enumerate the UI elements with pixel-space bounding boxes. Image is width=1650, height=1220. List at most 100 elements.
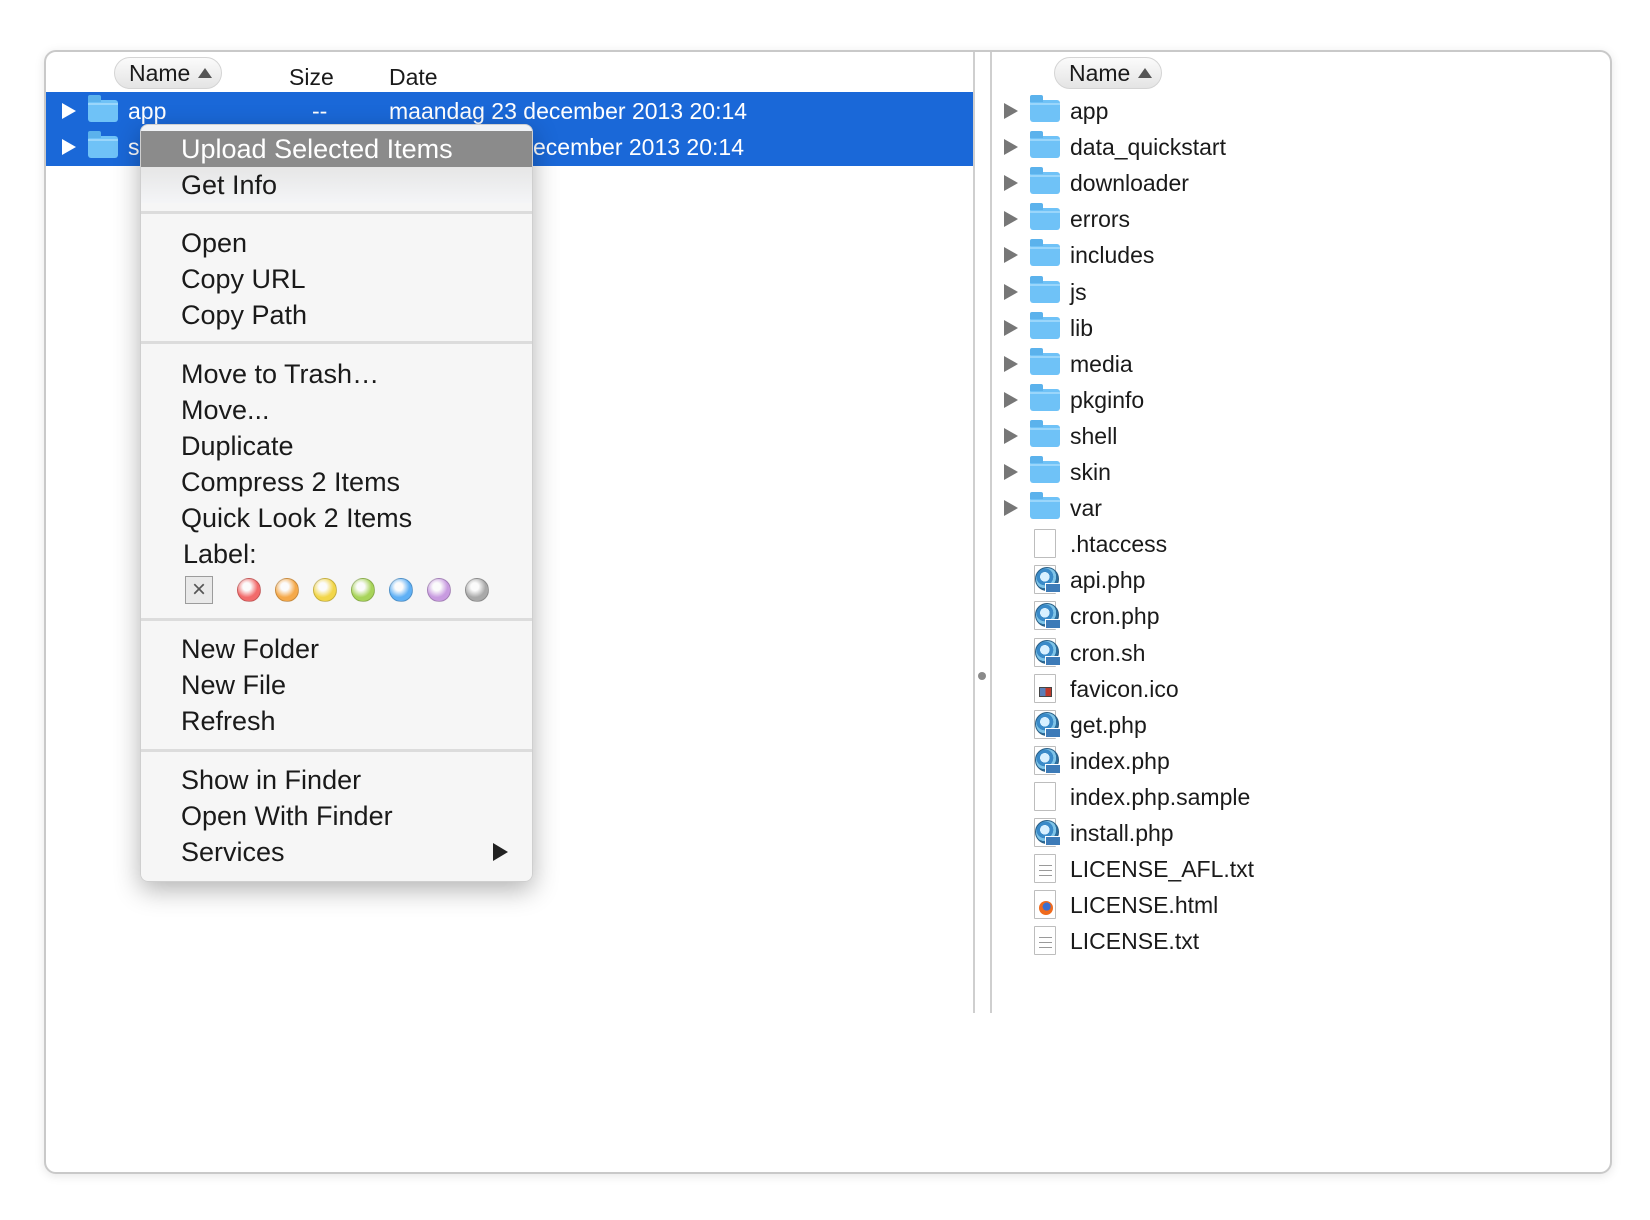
sort-ascending-icon bbox=[1138, 68, 1153, 78]
disclosure-triangle-icon[interactable] bbox=[1004, 247, 1018, 263]
image-preview-icon bbox=[1039, 687, 1052, 697]
menu-separator bbox=[141, 618, 532, 621]
list-item[interactable]: js bbox=[992, 273, 1610, 311]
list-item[interactable]: LICENSE.txt bbox=[992, 922, 1610, 960]
list-item[interactable]: cron.php bbox=[992, 597, 1610, 635]
item-name: var bbox=[1070, 495, 1102, 521]
list-item[interactable]: pkginfo bbox=[992, 381, 1610, 419]
disclosure-triangle-icon[interactable] bbox=[1004, 464, 1018, 480]
disclosure-triangle-icon[interactable] bbox=[62, 139, 76, 155]
list-item[interactable]: install.php bbox=[992, 814, 1610, 852]
disclosure-triangle-icon[interactable] bbox=[1004, 320, 1018, 336]
menu-item-copy-path[interactable]: Copy Path bbox=[141, 297, 532, 333]
item-name: data_quickstart bbox=[1070, 134, 1226, 160]
disclosure-triangle-icon[interactable] bbox=[1004, 211, 1018, 227]
label-color-red[interactable] bbox=[237, 578, 261, 602]
text-tag-icon bbox=[1045, 836, 1061, 846]
name-column-header[interactable]: Name bbox=[114, 57, 222, 89]
text-tag-icon bbox=[1045, 583, 1061, 593]
label-none-button[interactable]: × bbox=[185, 576, 213, 604]
list-item[interactable]: includes bbox=[992, 236, 1610, 274]
menu-item-compress[interactable]: Compress 2 Items bbox=[141, 464, 532, 500]
item-name: get.php bbox=[1070, 712, 1147, 738]
list-item[interactable]: favicon.ico bbox=[992, 670, 1610, 708]
item-name: media bbox=[1070, 351, 1133, 377]
menu-item-new-folder[interactable]: New Folder bbox=[141, 631, 532, 667]
list-item[interactable]: app bbox=[992, 92, 1610, 130]
text-tag-icon bbox=[1045, 656, 1061, 666]
disclosure-triangle-icon[interactable] bbox=[1004, 392, 1018, 408]
size-column-header[interactable]: Size bbox=[289, 60, 334, 94]
list-item[interactable]: var bbox=[992, 489, 1610, 527]
folder-icon bbox=[1030, 348, 1060, 375]
disclosure-triangle-icon[interactable] bbox=[1004, 500, 1018, 516]
php-file-icon bbox=[1034, 710, 1061, 739]
php-file-icon bbox=[1034, 565, 1061, 594]
folder-icon bbox=[1030, 131, 1060, 158]
menu-item-copy-url[interactable]: Copy URL bbox=[141, 261, 532, 297]
list-item[interactable]: .htaccess bbox=[992, 525, 1610, 563]
folder-icon bbox=[1030, 167, 1060, 194]
folder-icon bbox=[1030, 492, 1060, 519]
folder-icon bbox=[1030, 276, 1060, 303]
list-item[interactable]: LICENSE.html bbox=[992, 886, 1610, 924]
name-column-label: Name bbox=[129, 60, 191, 86]
list-item[interactable]: skin bbox=[992, 453, 1610, 491]
menu-item-upload-selected-items[interactable]: Upload Selected Items bbox=[141, 131, 532, 167]
disclosure-triangle-icon[interactable] bbox=[1004, 284, 1018, 300]
menu-item-open-with-finder[interactable]: Open With Finder bbox=[141, 798, 532, 834]
html-file-icon bbox=[1034, 890, 1056, 919]
list-item[interactable]: index.php.sample bbox=[992, 778, 1610, 816]
item-name: js bbox=[1070, 279, 1087, 305]
menu-item-move[interactable]: Move... bbox=[141, 392, 532, 428]
disclosure-triangle-icon[interactable] bbox=[1004, 175, 1018, 191]
menu-item-new-file[interactable]: New File bbox=[141, 667, 532, 703]
menu-item-duplicate[interactable]: Duplicate bbox=[141, 428, 532, 464]
menu-item-move-to-trash[interactable]: Move to Trash… bbox=[141, 356, 532, 392]
list-item[interactable]: get.php bbox=[992, 706, 1610, 744]
label-color-blue[interactable] bbox=[389, 578, 413, 602]
menu-item-open[interactable]: Open bbox=[141, 225, 532, 261]
list-item[interactable]: shell bbox=[992, 417, 1610, 455]
list-item[interactable]: data_quickstart bbox=[992, 128, 1610, 166]
menu-item-services[interactable]: Services bbox=[141, 834, 532, 870]
disclosure-triangle-icon[interactable] bbox=[62, 103, 76, 119]
disclosure-triangle-icon[interactable] bbox=[1004, 139, 1018, 155]
disclosure-triangle-icon[interactable] bbox=[1004, 428, 1018, 444]
menu-item-get-info[interactable]: Get Info bbox=[141, 167, 532, 203]
folder-icon bbox=[1030, 95, 1060, 122]
item-name: cron.sh bbox=[1070, 640, 1146, 666]
label-color-orange[interactable] bbox=[275, 578, 299, 602]
list-item[interactable]: errors bbox=[992, 200, 1610, 238]
list-item[interactable]: cron.sh bbox=[992, 634, 1610, 672]
list-item[interactable]: media bbox=[992, 345, 1610, 383]
item-name: errors bbox=[1070, 206, 1131, 232]
menu-item-refresh[interactable]: Refresh bbox=[141, 703, 532, 739]
label-color-gray[interactable] bbox=[465, 578, 489, 602]
list-item[interactable]: lib bbox=[992, 309, 1610, 347]
sort-ascending-icon bbox=[198, 68, 213, 78]
item-name: LICENSE.txt bbox=[1070, 928, 1200, 954]
split-handle[interactable] bbox=[978, 672, 986, 680]
menu-item-show-in-finder[interactable]: Show in Finder bbox=[141, 762, 532, 798]
text-file-icon bbox=[1034, 926, 1056, 955]
text-tag-icon bbox=[1045, 764, 1061, 774]
label-color-purple[interactable] bbox=[427, 578, 451, 602]
list-item[interactable]: LICENSE_AFL.txt bbox=[992, 850, 1610, 888]
name-column-header[interactable]: Name bbox=[1054, 57, 1162, 89]
date-column-header[interactable]: Date bbox=[389, 60, 438, 94]
label-color-green[interactable] bbox=[351, 578, 375, 602]
image-file-icon bbox=[1034, 674, 1056, 703]
disclosure-triangle-icon[interactable] bbox=[1004, 103, 1018, 119]
menu-item-quick-look[interactable]: Quick Look 2 Items bbox=[141, 500, 532, 536]
label-color-yellow[interactable] bbox=[313, 578, 337, 602]
list-item[interactable]: downloader bbox=[992, 164, 1610, 202]
folder-icon bbox=[1030, 203, 1060, 230]
item-name: skin bbox=[1070, 459, 1111, 485]
text-file-icon bbox=[1034, 854, 1056, 883]
list-item[interactable]: api.php bbox=[992, 561, 1610, 599]
item-name: LICENSE.html bbox=[1070, 892, 1219, 918]
list-item[interactable]: index.php bbox=[992, 742, 1610, 780]
blank-file-icon bbox=[1034, 529, 1056, 558]
disclosure-triangle-icon[interactable] bbox=[1004, 356, 1018, 372]
